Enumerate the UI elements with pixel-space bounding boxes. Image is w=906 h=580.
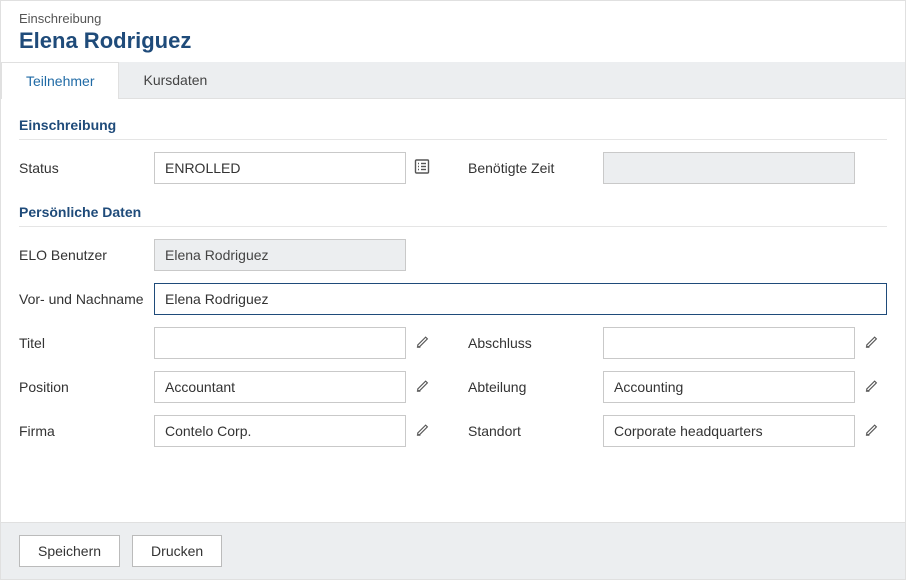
col-degree: Abschluss — [468, 327, 887, 359]
col-company: Firma — [19, 415, 438, 447]
degree-input[interactable] — [603, 327, 855, 359]
field-elo-user — [154, 239, 887, 271]
label-position: Position — [19, 379, 154, 395]
label-elo-user: ELO Benutzer — [19, 247, 154, 263]
position-input[interactable] — [154, 371, 406, 403]
location-input[interactable] — [603, 415, 855, 447]
col-department: Abteilung — [468, 371, 887, 403]
content-area: Einschreibung Status — [1, 99, 905, 522]
field-status — [154, 152, 438, 184]
section-enrollment: Einschreibung Status — [19, 117, 887, 184]
breadcrumb: Einschreibung — [19, 11, 887, 26]
save-button[interactable]: Speichern — [19, 535, 120, 567]
company-input[interactable] — [154, 415, 406, 447]
page-header: Einschreibung Elena Rodriguez — [1, 1, 905, 62]
list-icon — [414, 159, 430, 178]
full-name-input[interactable] — [154, 283, 887, 315]
field-degree — [603, 327, 887, 359]
pencil-icon — [416, 379, 430, 396]
title-input[interactable] — [154, 327, 406, 359]
pencil-icon — [865, 379, 879, 396]
section-personal-title: Persönliche Daten — [19, 204, 887, 227]
pencil-icon — [416, 423, 430, 440]
label-time-required: Benötigte Zeit — [468, 160, 603, 176]
label-title: Titel — [19, 335, 154, 351]
col-location: Standort — [468, 415, 887, 447]
tab-kursdaten[interactable]: Kursdaten — [119, 62, 231, 98]
elo-user-input — [154, 239, 406, 271]
row-full-name: Vor- und Nachname — [19, 283, 887, 315]
field-company — [154, 415, 438, 447]
row-company-location: Firma Standort — [19, 415, 887, 447]
print-button[interactable]: Drucken — [132, 535, 222, 567]
field-time-required — [603, 152, 887, 184]
pencil-icon — [865, 335, 879, 352]
pencil-icon — [416, 335, 430, 352]
row-elo-user: ELO Benutzer — [19, 239, 887, 271]
tabs-bar: Teilnehmer Kursdaten — [1, 62, 905, 99]
col-position: Position — [19, 371, 438, 403]
label-company: Firma — [19, 423, 154, 439]
field-full-name — [154, 283, 887, 315]
field-position — [154, 371, 438, 403]
section-personal: Persönliche Daten ELO Benutzer Vor- und … — [19, 204, 887, 447]
page-title: Elena Rodriguez — [19, 28, 887, 54]
row-title-degree: Titel Abschluss — [19, 327, 887, 359]
col-time-required: Benötigte Zeit — [468, 152, 887, 184]
label-location: Standort — [468, 423, 603, 439]
pencil-icon — [865, 423, 879, 440]
field-department — [603, 371, 887, 403]
row-position-department: Position Abteilung — [19, 371, 887, 403]
label-department: Abteilung — [468, 379, 603, 395]
section-enrollment-title: Einschreibung — [19, 117, 887, 140]
col-status: Status — [19, 152, 438, 184]
time-required-input — [603, 152, 855, 184]
label-full-name: Vor- und Nachname — [19, 291, 154, 307]
tab-teilnehmer[interactable]: Teilnehmer — [1, 62, 119, 99]
field-title — [154, 327, 438, 359]
col-title: Titel — [19, 327, 438, 359]
row-status: Status — [19, 152, 887, 184]
department-input[interactable] — [603, 371, 855, 403]
page-root: Einschreibung Elena Rodriguez Teilnehmer… — [0, 0, 906, 580]
label-degree: Abschluss — [468, 335, 603, 351]
label-status: Status — [19, 160, 154, 176]
status-input[interactable] — [154, 152, 406, 184]
footer-bar: Speichern Drucken — [1, 522, 905, 579]
field-location — [603, 415, 887, 447]
